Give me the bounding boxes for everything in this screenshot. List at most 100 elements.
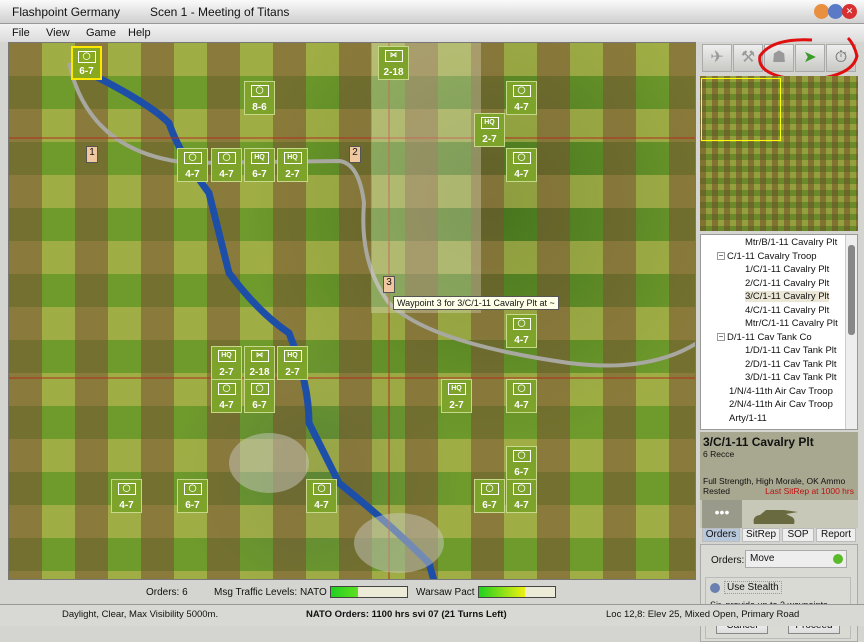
tree-item[interactable]: 2/D/1-11 Cav Tank Plt [745, 359, 837, 370]
unit-counter[interactable]: HQ 2-7 [277, 346, 308, 380]
unit-counter[interactable]: ◯ 4-7 [506, 148, 537, 182]
tree-item[interactable]: 1/N/4-11th Air Cav Troop [729, 386, 833, 397]
unit-info: 3/C/1-11 Cavalry Plt 6 Recce Full Streng… [700, 432, 858, 500]
unit-counter[interactable]: ◯ 4-7 [506, 81, 537, 115]
unit-counter[interactable]: ◯ 6-7 [474, 479, 505, 513]
unit-counter[interactable]: ⋈ 2-18 [244, 346, 275, 380]
unit-counter[interactable]: ◯ 4-7 [506, 379, 537, 413]
aircraft-icon[interactable]: ✈ [702, 44, 732, 72]
arty-symbol-icon: ⋈ [384, 50, 403, 62]
tree-item[interactable]: 2/C/1-11 Cavalry Plt [745, 278, 829, 289]
unit-strength: 4-7 [514, 169, 529, 180]
unit-counter[interactable]: ◯ 4-7 [211, 148, 242, 182]
waypoint-marker-2[interactable]: 2 [349, 146, 361, 163]
collapse-icon[interactable]: − [717, 251, 725, 260]
stealth-label[interactable]: Use Stealth [724, 581, 782, 594]
tree-item[interactable]: 3/D/1-11 Cav Tank Plt [745, 372, 837, 383]
tree-item[interactable]: 1/D/1-11 Cav Tank Plt [745, 345, 837, 356]
unit-status: Full Strength, High Morale, OK Ammo [703, 476, 846, 486]
unit-counter[interactable]: HQ 2-7 [474, 113, 505, 147]
unit-strength: 4-7 [514, 102, 529, 113]
recce-symbol-icon: ◯ [512, 383, 531, 395]
close-button[interactable]: ✕ [842, 4, 857, 19]
unit-counter[interactable]: ◯ 6-7 [244, 379, 275, 413]
unit-counter[interactable]: ◯ 6-7 [71, 46, 102, 80]
app-title: Flashpoint Germany [12, 5, 121, 19]
town [229, 433, 309, 493]
unit-counter[interactable]: ◯ 4-7 [211, 379, 242, 413]
recce-symbol-icon: ◯ [512, 152, 531, 164]
tab-report[interactable]: Report [816, 528, 856, 542]
tab-sop[interactable]: SOP [782, 528, 814, 542]
hq-symbol-icon: HQ [250, 152, 269, 164]
tab-sitrep[interactable]: SitRep [742, 528, 780, 542]
maximize-button[interactable] [828, 4, 843, 19]
title-bar: Flashpoint Germany Scen 1 - Meeting of T… [0, 0, 864, 24]
unit-counter[interactable]: ◯ 4-7 [506, 314, 537, 348]
hq-symbol-icon: HQ [480, 117, 499, 129]
recce-symbol-icon: ◯ [512, 85, 531, 97]
unit-counter[interactable]: HQ 2-7 [441, 379, 472, 413]
waypoint-tooltip: Waypoint 3 for 3/C/1-11 Cavalry Plt at ~ [393, 296, 559, 310]
menu-file[interactable]: File [12, 27, 30, 39]
tree-item[interactable]: Arty/1-11 [729, 413, 767, 424]
scenario-title: Scen 1 - Meeting of Titans [150, 5, 290, 19]
weather-status: Daylight, Clear, Max Visibility 5000m. [62, 609, 219, 620]
minimize-button[interactable] [814, 4, 829, 19]
unit-counter[interactable]: ◯ 6-7 [506, 446, 537, 480]
tree-scrollbar[interactable] [845, 235, 857, 429]
tree-item[interactable]: C/1-11 Cavalry Troop [727, 251, 817, 262]
menu-help[interactable]: Help [128, 27, 151, 39]
unit-counter[interactable]: HQ 6-7 [244, 148, 275, 182]
unit-counter[interactable]: ◯ 4-7 [177, 148, 208, 182]
bottom-bar: Orders: 6 Msg Traffic Levels: NATO Warsa… [8, 582, 696, 602]
town [354, 513, 444, 573]
menu-view[interactable]: View [46, 27, 70, 39]
unit-strength: 2-7 [285, 367, 300, 378]
unit-counter[interactable]: HQ 2-7 [211, 346, 242, 380]
unit-strength: 2-7 [219, 367, 234, 378]
msg-traffic-label: Msg Traffic Levels: NATO [214, 587, 327, 598]
unit-strength: 6-7 [185, 500, 200, 511]
tree-item[interactable]: 4/C/1-11 Cavalry Plt [745, 305, 829, 316]
tree-item[interactable]: 3/C/1-11 Cavalry Plt [745, 291, 830, 302]
orders-select[interactable]: Move [745, 550, 847, 568]
menu-game[interactable]: Game [86, 27, 116, 39]
tree-item[interactable]: 1/C/1-11 Cavalry Plt [745, 264, 829, 275]
stealth-radio[interactable] [710, 583, 720, 593]
tree-item[interactable]: Mtr/B/1-11 Cavalry Plt [745, 237, 837, 248]
unit-strength: 6-7 [252, 400, 267, 411]
unit-strength: 2-7 [285, 169, 300, 180]
unit-image: ••• [700, 500, 858, 528]
unit-tree[interactable]: Mtr/B/1-11 Cavalry Plt C/1-11 Cavalry Tro… [700, 234, 858, 430]
minimap-viewport[interactable] [701, 78, 781, 141]
tree-item[interactable]: 2/N/4-11th Air Cav Troop [729, 399, 833, 410]
unit-strength: 4-7 [185, 169, 200, 180]
unit-counter[interactable]: HQ 2-7 [277, 148, 308, 182]
minimap[interactable] [700, 76, 858, 231]
recce-symbol-icon: ◯ [512, 483, 531, 495]
waypoint-marker-1[interactable]: 1 [86, 146, 98, 163]
hq-symbol-icon: HQ [283, 152, 302, 164]
unit-strength: 4-7 [219, 400, 234, 411]
collapse-icon[interactable]: − [717, 332, 725, 341]
orders-value: Move [750, 553, 775, 564]
scrollbar-thumb[interactable] [848, 245, 855, 335]
hq-symbol-icon: HQ [283, 350, 302, 362]
hq-symbol-icon: HQ [447, 383, 466, 395]
waypoint-marker-3[interactable]: 3 [383, 276, 395, 293]
tactical-map[interactable]: ◯ 6-7 ◯ 8-6 ⋈ 2-18 ◯ 4-7 HQ 2-7 ◯ 4-7 ◯ 4-7 ◯ 4-7 HQ 6-7 H… [8, 42, 696, 580]
more-button[interactable]: ••• [702, 500, 742, 528]
tab-orders[interactable]: Orders [702, 528, 740, 542]
tree-item[interactable]: D/1-11 Cav Tank Co [727, 332, 812, 343]
unit-counter[interactable]: ◯ 4-7 [306, 479, 337, 513]
tree-item[interactable]: Mtr/C/1-11 Cavalry Plt [745, 318, 838, 329]
unit-counter[interactable]: ◯ 4-7 [111, 479, 142, 513]
recce-symbol-icon: ◯ [217, 383, 236, 395]
sitrep-time: Last SitRep at 1000 hrs [765, 486, 854, 496]
unit-counter[interactable]: ⋈ 2-18 [378, 46, 409, 80]
unit-fatigue: Rested [703, 486, 730, 496]
unit-counter[interactable]: ◯ 4-7 [506, 479, 537, 513]
unit-counter[interactable]: ◯ 8-6 [244, 81, 275, 115]
unit-counter[interactable]: ◯ 6-7 [177, 479, 208, 513]
